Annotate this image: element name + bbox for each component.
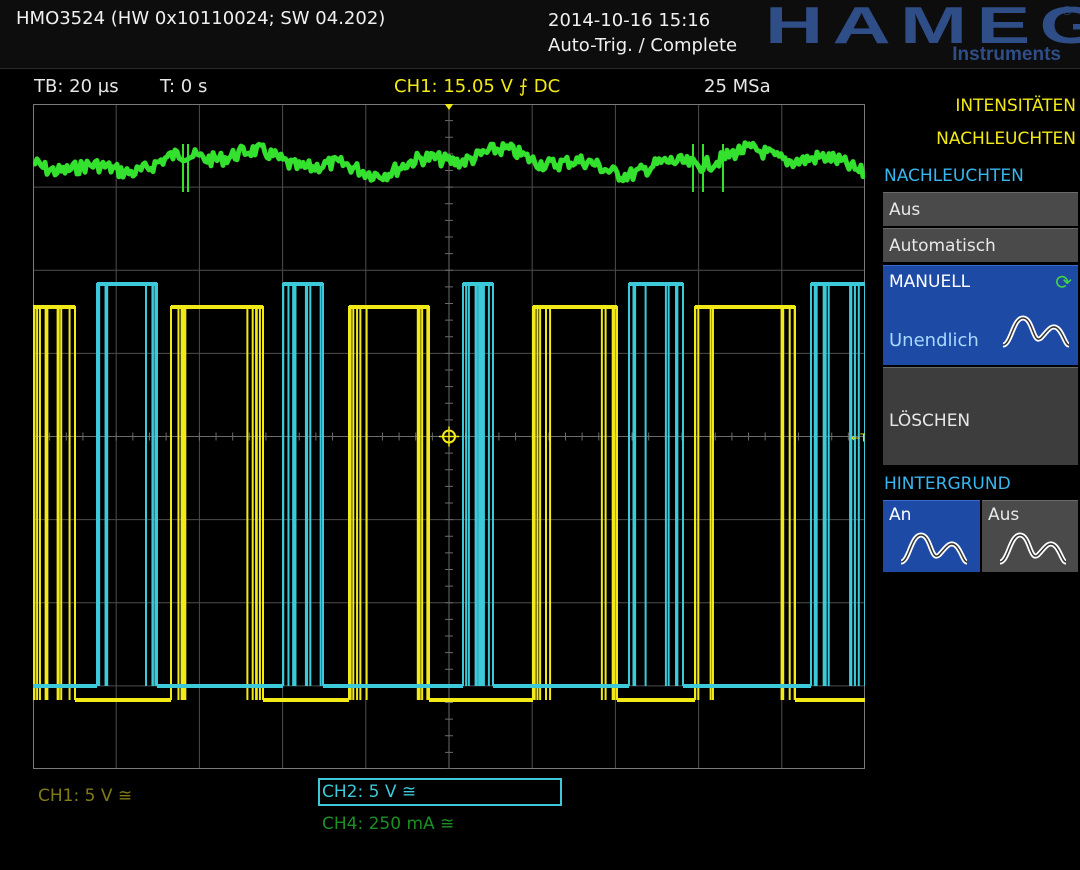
clear-button[interactable]: LÖSCHEN	[883, 367, 1078, 465]
persist-auto-button[interactable]: Automatisch	[883, 228, 1078, 262]
persist-off-button[interactable]: Aus	[883, 192, 1078, 226]
ch2-scale-label[interactable]: CH2: 5 V ≅	[322, 782, 416, 802]
manual-value: Unendlich	[889, 330, 979, 351]
background-off-wave-icon	[999, 532, 1067, 565]
datetime-status: 2014-10-16 15:16 Auto-Trig. / Complete	[548, 8, 737, 58]
section-background: HINTERGRUND	[884, 474, 1011, 494]
persist-manual-button[interactable]: MANUELL ⟳ Unendlich	[883, 265, 1078, 365]
waveform-canvas[interactable]: 42←T	[33, 104, 865, 769]
bg-off-label: Aus	[988, 505, 1020, 525]
trigger-level-label: ←T	[851, 432, 865, 445]
menu-title-line1: INTENSITÄTEN	[955, 96, 1076, 116]
logo-subtitle: Instruments	[952, 44, 1061, 65]
sample-rate-readout: 25 MSa	[704, 76, 771, 97]
date-time: 2014-10-16 15:16	[548, 10, 711, 31]
background-off-button[interactable]: Aus	[982, 500, 1078, 572]
bg-on-label: An	[889, 505, 912, 525]
menu-title-line2: NACHLEUCHTEN	[936, 129, 1076, 149]
trigger-setting-readout[interactable]: CH1: 15.05 V ⨍ DC	[394, 76, 560, 97]
header-bar: HMO3524 (HW 0x10110024; SW 04.202) 2014-…	[0, 0, 1080, 69]
section-persistence: NACHLEUCHTEN	[884, 166, 1024, 186]
persistence-wave-icon	[1002, 315, 1070, 348]
hameg-logo: HAMEG ® Instruments	[765, 0, 1080, 66]
manual-label: MANUELL	[889, 272, 971, 292]
background-on-wave-icon	[900, 532, 968, 565]
refresh-icon: ⟳	[1055, 270, 1072, 294]
acquisition-status: Auto-Trig. / Complete	[548, 35, 738, 56]
trigger-time-readout[interactable]: T: 0 s	[160, 76, 207, 97]
clear-label: LÖSCHEN	[889, 411, 971, 431]
waveform-display[interactable]: 42←T	[33, 104, 865, 769]
timebase-readout[interactable]: TB: 20 µs	[34, 76, 119, 97]
ch1-scale-label[interactable]: CH1: 5 V ≅	[38, 786, 132, 806]
registered-mark-icon: ®	[1061, 4, 1073, 18]
ch4-scale-label[interactable]: CH4: 250 mA ≅	[322, 814, 454, 834]
device-info: HMO3524 (HW 0x10110024; SW 04.202)	[16, 8, 386, 29]
background-on-button[interactable]: An	[883, 500, 980, 572]
